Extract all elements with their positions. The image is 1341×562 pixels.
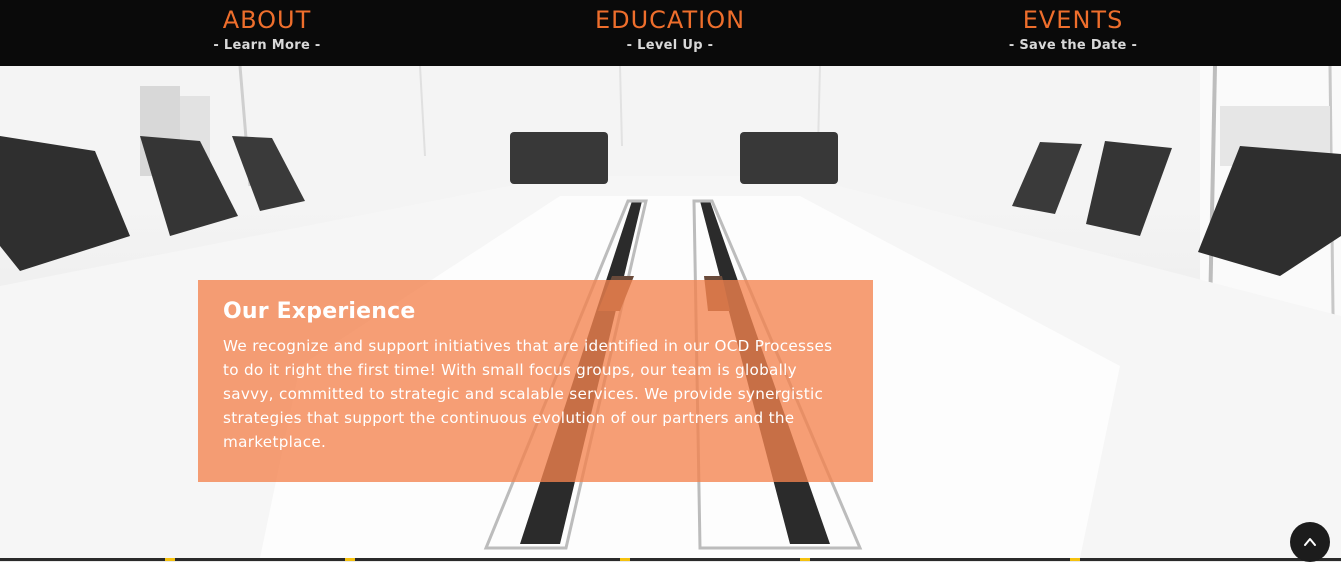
- chevron-up-icon: [1304, 538, 1316, 546]
- nav-title-about[interactable]: ABOUT: [137, 4, 397, 36]
- experience-panel: Our Experience We recognize and support …: [198, 280, 873, 482]
- nav-subtitle-events[interactable]: - Save the Date -: [943, 36, 1203, 56]
- nav-item-events[interactable]: EVENTS - Save the Date -: [943, 4, 1203, 56]
- nav-title-events[interactable]: EVENTS: [943, 4, 1203, 36]
- nav-item-about[interactable]: ABOUT - Learn More -: [137, 4, 397, 56]
- nav-title-education[interactable]: EDUCATION: [540, 4, 800, 36]
- nav-subtitle-about[interactable]: - Learn More -: [137, 36, 397, 56]
- nav-subtitle-education[interactable]: - Level Up -: [540, 36, 800, 56]
- experience-description: We recognize and support initiatives tha…: [223, 337, 833, 451]
- nav-item-education[interactable]: EDUCATION - Level Up -: [540, 4, 800, 56]
- top-navigation: ABOUT - Learn More - EDUCATION - Level U…: [0, 0, 1341, 66]
- back-to-top-button[interactable]: [1290, 522, 1330, 562]
- hero-section: Our Experience We recognize and support …: [0, 66, 1341, 558]
- experience-heading: Our Experience: [223, 299, 416, 324]
